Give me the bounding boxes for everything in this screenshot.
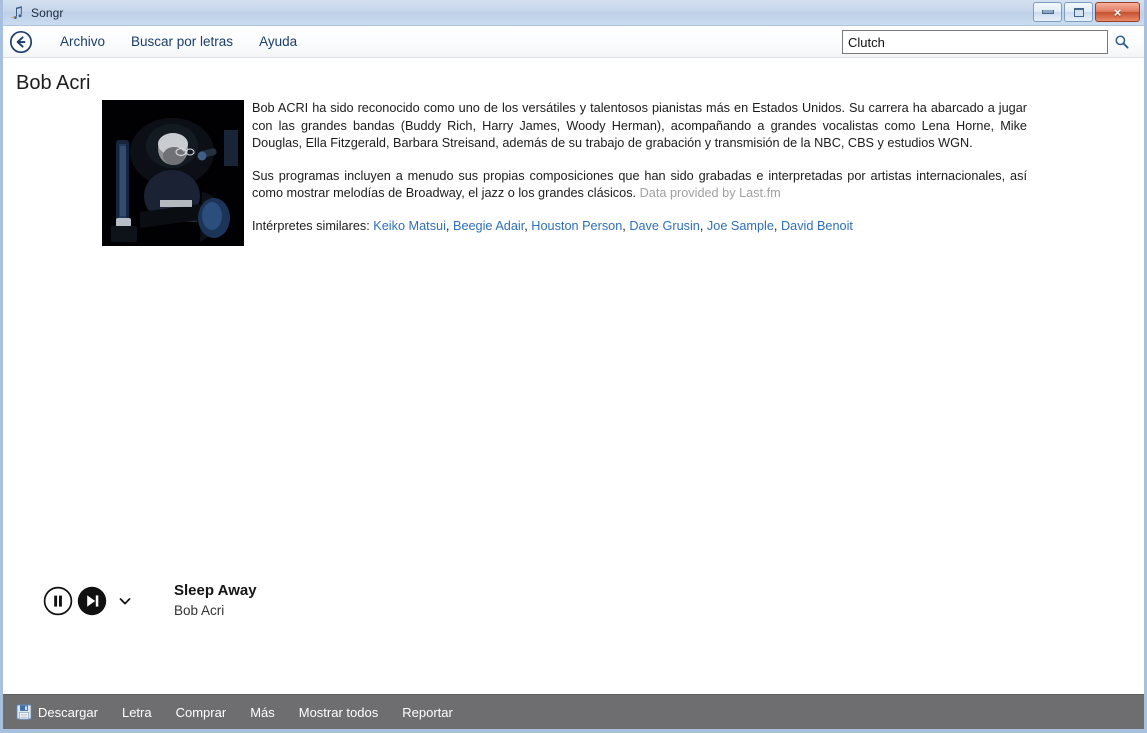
track-title: Sleep Away	[174, 582, 257, 599]
similar-artist-link-5[interactable]: Joe Sample	[707, 219, 774, 233]
menu-item-buscar-por-letras[interactable]: Buscar por letras	[118, 32, 246, 51]
similar-artists-label: Intérpretes similares:	[252, 218, 370, 233]
bio-paragraph-2: Sus programas incluyen a menudo sus prop…	[252, 168, 1027, 203]
similar-artist-link-1[interactable]: Keiko Matsui	[373, 219, 446, 233]
similar-artist-link-3[interactable]: Houston Person	[531, 219, 622, 233]
minimize-icon	[1041, 10, 1054, 14]
search-input[interactable]	[842, 30, 1108, 54]
more-button[interactable]: Más	[238, 705, 287, 720]
next-track-icon[interactable]	[77, 586, 107, 616]
download-button-label: Descargar	[38, 704, 98, 720]
title-bar: Songr ×	[3, 0, 1144, 26]
page-title: Bob Acri	[16, 72, 91, 94]
app-window: Songr × Archivo Buscar por letras Ayuda	[0, 0, 1147, 733]
bio-paragraph-1: Bob ACRI ha sido reconocido como uno de …	[252, 101, 1027, 150]
report-button[interactable]: Reportar	[390, 705, 465, 720]
pause-icon[interactable]	[43, 586, 73, 616]
buy-button[interactable]: Comprar	[164, 705, 239, 720]
window-title: Songr	[31, 5, 64, 20]
similar-artist-link-2[interactable]: Beegie Adair	[453, 219, 524, 233]
main-content: Bob Acri Bob ACRI ha sido reconocido com…	[3, 58, 1144, 694]
menu-item-archivo[interactable]: Archivo	[47, 32, 118, 51]
artist-biography: Bob ACRI ha sido reconocido como uno de …	[252, 100, 1027, 250]
similar-artist-link-4[interactable]: Dave Grusin	[629, 219, 700, 233]
similar-artist-link-6[interactable]: David Benoit	[781, 219, 853, 233]
show-all-button[interactable]: Mostrar todos	[287, 705, 390, 720]
search-area	[842, 30, 1136, 54]
menu-bar: Archivo Buscar por letras Ayuda	[47, 32, 310, 51]
maximize-button[interactable]	[1064, 2, 1093, 22]
minimize-button[interactable]	[1033, 2, 1062, 22]
bio-credit: Data provided by Last.fm	[639, 186, 781, 200]
download-button[interactable]: Descargar	[16, 704, 110, 720]
music-note-icon	[10, 5, 26, 21]
save-disk-icon	[16, 704, 32, 720]
player-controls: Sleep Away Bob Acri	[43, 582, 257, 620]
track-artist: Bob Acri	[174, 602, 225, 618]
search-icon[interactable]	[1108, 30, 1136, 54]
similar-artists-line: Intérpretes similares: Keiko Matsui, Bee…	[252, 218, 1027, 236]
artist-photo	[102, 100, 244, 246]
artist-bio-block: Bob ACRI ha sido reconocido como uno de …	[3, 100, 1144, 250]
maximize-icon	[1073, 7, 1084, 17]
similar-sep-1: ,	[445, 218, 453, 233]
similar-sep-4: ,	[699, 218, 707, 233]
bottom-action-bar: Descargar Letra Comprar Más Mostrar todo…	[3, 694, 1144, 729]
lyrics-button[interactable]: Letra	[110, 705, 164, 720]
back-arrow-icon[interactable]	[9, 30, 33, 54]
toolbar: Archivo Buscar por letras Ayuda	[3, 26, 1144, 58]
chevron-down-icon[interactable]	[118, 594, 132, 608]
now-playing-info: Sleep Away Bob Acri	[174, 582, 257, 620]
window-controls: ×	[1033, 2, 1140, 22]
close-button[interactable]: ×	[1095, 2, 1140, 22]
menu-item-ayuda[interactable]: Ayuda	[246, 32, 310, 51]
similar-sep-5: ,	[773, 218, 781, 233]
